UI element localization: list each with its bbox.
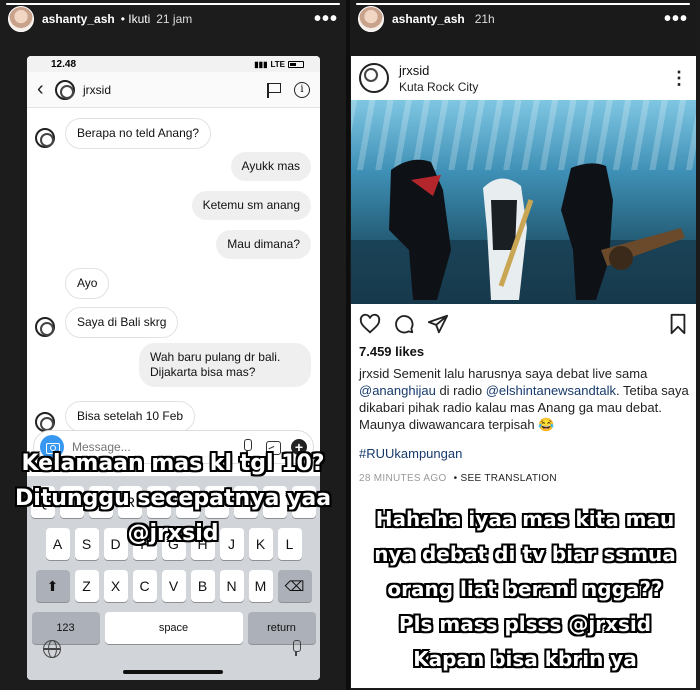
flag-icon[interactable] (266, 82, 281, 98)
post-username[interactable]: jrxsid (399, 63, 478, 78)
chat-header: ‹ jrxsid i (27, 72, 320, 108)
dictation-icon[interactable] (290, 640, 302, 656)
overlay-line: Kapan bisa kbrin ya (413, 647, 637, 671)
return-key[interactable]: return (247, 612, 316, 644)
heart-icon[interactable] (359, 313, 381, 335)
sender-avatar (35, 412, 55, 432)
signal-icon: ▮▮▮ (254, 59, 268, 69)
see-translation-link[interactable]: • SEE TRANSLATION (454, 473, 557, 484)
story-overlay-text: Kelamaan mas kl tgl 10? Ditunggu secepat… (0, 451, 346, 557)
numbers-key[interactable]: 123 (31, 612, 100, 644)
message-bubble: Wah baru pulang dr bali. Dijakarta bisa … (139, 343, 311, 387)
story-avatar[interactable] (358, 6, 384, 32)
band-underwater-illustration (351, 159, 696, 304)
key-z[interactable]: Z (74, 570, 99, 602)
story-username[interactable]: ashanty_ash (42, 12, 115, 26)
post-timestamp: 28 MINUTES AGO • SEE TRANSLATION (351, 461, 696, 484)
mention-link[interactable]: @elshintanewsandtalk (486, 383, 616, 398)
message-bubble: Ayo (65, 268, 110, 299)
post-location[interactable]: Kuta Rock City (399, 80, 478, 94)
key-c[interactable]: C (132, 570, 157, 602)
post-caption: jrxsid Semenit lalu harusnya saya debat … (351, 359, 696, 434)
story-avatar[interactable] (8, 6, 34, 32)
key-n[interactable]: N (219, 570, 244, 602)
keyboard-row-3-letters: ZXCVBNM (74, 570, 273, 602)
overlay-line: Pls mass plsss @jrxsid (398, 612, 652, 636)
status-time: 12.48 (51, 58, 77, 70)
more-options-icon[interactable]: ••• (314, 8, 338, 31)
more-options-icon[interactable]: ••• (664, 8, 688, 31)
post-more-icon[interactable]: ⋮ (670, 68, 689, 89)
post-photo[interactable] (351, 100, 696, 304)
message-bubble: Mau dimana? (216, 230, 311, 259)
key-m[interactable]: M (248, 570, 273, 602)
bookmark-icon[interactable] (667, 313, 689, 335)
dm-screenshot: 12.48 ▮▮▮ LTE ‹ jrxsid i Berapa no teld … (27, 56, 320, 680)
post-header: jrxsid Kuta Rock City ⋮ (351, 56, 696, 100)
post-avatar[interactable] (359, 63, 389, 93)
message-line: Wah baru pulang dr bali. (150, 350, 281, 364)
overlay-line: Hahaha iyaa mas kita mau (375, 507, 675, 531)
story-time: 21 jam (156, 12, 193, 26)
shift-key[interactable]: ⬆ (35, 570, 70, 602)
info-icon[interactable]: i (294, 81, 310, 98)
story-header: ashanty_ash • Ikuti 21 jam ••• (0, 0, 346, 38)
globe-icon[interactable] (43, 640, 61, 658)
caption-text: di radio (435, 383, 486, 399)
keyboard-row-3: ⬆ ZXCVBNM ⌫ (27, 570, 320, 602)
sender-avatar (35, 317, 55, 337)
chat-avatar[interactable] (55, 79, 75, 100)
story-time: 21h (474, 12, 495, 26)
overlay-line: Kelamaan mas kl tgl 10? (21, 451, 325, 476)
phone-status-bar: 12.48 ▮▮▮ LTE (27, 56, 320, 72)
key-v[interactable]: V (161, 570, 186, 602)
caption-text: Semenit lalu harusnya saya debat live sa… (389, 366, 648, 381)
key-x[interactable]: X (103, 570, 128, 602)
overlay-line: nya debat di tv biar ssmua (374, 542, 676, 566)
share-icon[interactable] (427, 313, 449, 335)
overlay-line: orang liat berani ngga?? (387, 577, 663, 601)
overlay-line: Ditunggu secepatnya yaa (14, 486, 332, 511)
message-bubble: Bisa setelah 10 Feb (65, 401, 196, 432)
caption-username[interactable]: jrxsid (359, 366, 389, 381)
back-chevron-icon[interactable]: ‹ (37, 78, 55, 101)
delete-key[interactable]: ⌫ (277, 570, 312, 602)
network-label: LTE (270, 59, 285, 69)
story-username[interactable]: ashanty_ash (392, 12, 465, 26)
mention-link[interactable]: @ananghijau (359, 383, 436, 398)
space-key[interactable]: space (104, 612, 243, 644)
key-b[interactable]: B (190, 570, 215, 602)
message-line: Dijakarta bisa mas? (150, 365, 256, 379)
likes-count[interactable]: 7.459 likes (351, 344, 696, 359)
story-header: ashanty_ash 21h ••• (350, 0, 696, 38)
comment-icon[interactable] (393, 313, 415, 335)
message-bubble: Berapa no teld Anang? (65, 118, 212, 149)
hashtag-link[interactable]: #RUUkampungan (351, 434, 696, 461)
battery-icon (288, 60, 304, 68)
chat-name[interactable]: jrxsid (83, 83, 111, 97)
story-overlay-text: Hahaha iyaa mas kita mau nya debat di tv… (350, 508, 696, 683)
status-indicators: ▮▮▮ LTE (254, 60, 304, 69)
post-actions (351, 304, 696, 344)
keyboard-row-4: 123 space return (27, 612, 320, 644)
left-story: ashanty_ash • Ikuti 21 jam ••• 12.48 ▮▮▮… (0, 0, 346, 690)
right-story: ashanty_ash 21h ••• jrxsid Kuta Rock Cit… (350, 0, 696, 690)
message-bubble: Saya di Bali skrg (65, 307, 179, 338)
home-indicator (123, 670, 223, 674)
overlay-line: @jrxsid (127, 521, 219, 546)
time-ago: 28 MINUTES AGO (359, 472, 447, 484)
message-bubble: Ayukk mas (230, 152, 311, 181)
sender-avatar (35, 128, 55, 148)
follow-button[interactable]: • Ikuti (121, 12, 151, 26)
message-bubble: Ketemu sm anang (191, 191, 311, 220)
